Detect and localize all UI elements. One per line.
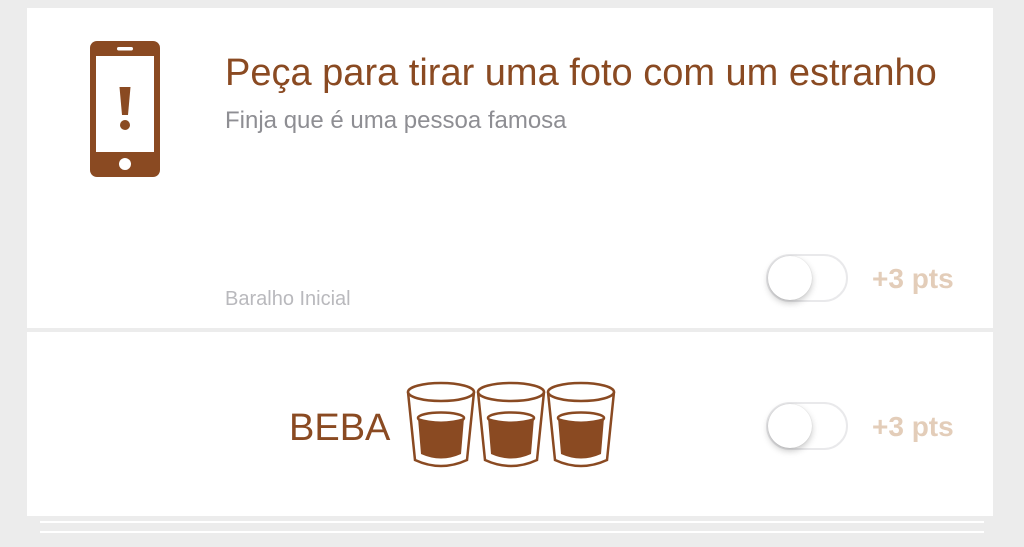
drink-completed-toggle[interactable] [766, 402, 848, 450]
drink-label: BEBA [289, 407, 391, 449]
toggle-knob [768, 404, 812, 448]
phone-alert-icon [90, 41, 160, 177]
challenge-card: Peça para tirar uma foto com um estranho… [27, 8, 993, 328]
challenge-subtitle: Finja que é uma pessoa famosa [225, 107, 567, 134]
shot-glass-icon [546, 381, 616, 468]
shot-glass-icon [406, 381, 476, 468]
challenge-title: Peça para tirar uma foto com um estranho [225, 52, 937, 94]
stacked-card-edge [40, 531, 984, 533]
challenge-completed-toggle[interactable] [766, 254, 848, 302]
shot-glass-icon [476, 381, 546, 468]
drink-card: BEBA +3 pts [27, 332, 993, 516]
toggle-knob [768, 256, 812, 300]
stacked-card-edge [40, 521, 984, 523]
drink-points: +3 pts [872, 411, 954, 442]
challenge-points: +3 pts [872, 263, 954, 294]
deck-label: Baralho Inicial [225, 288, 351, 310]
shot-glasses [405, 380, 619, 472]
